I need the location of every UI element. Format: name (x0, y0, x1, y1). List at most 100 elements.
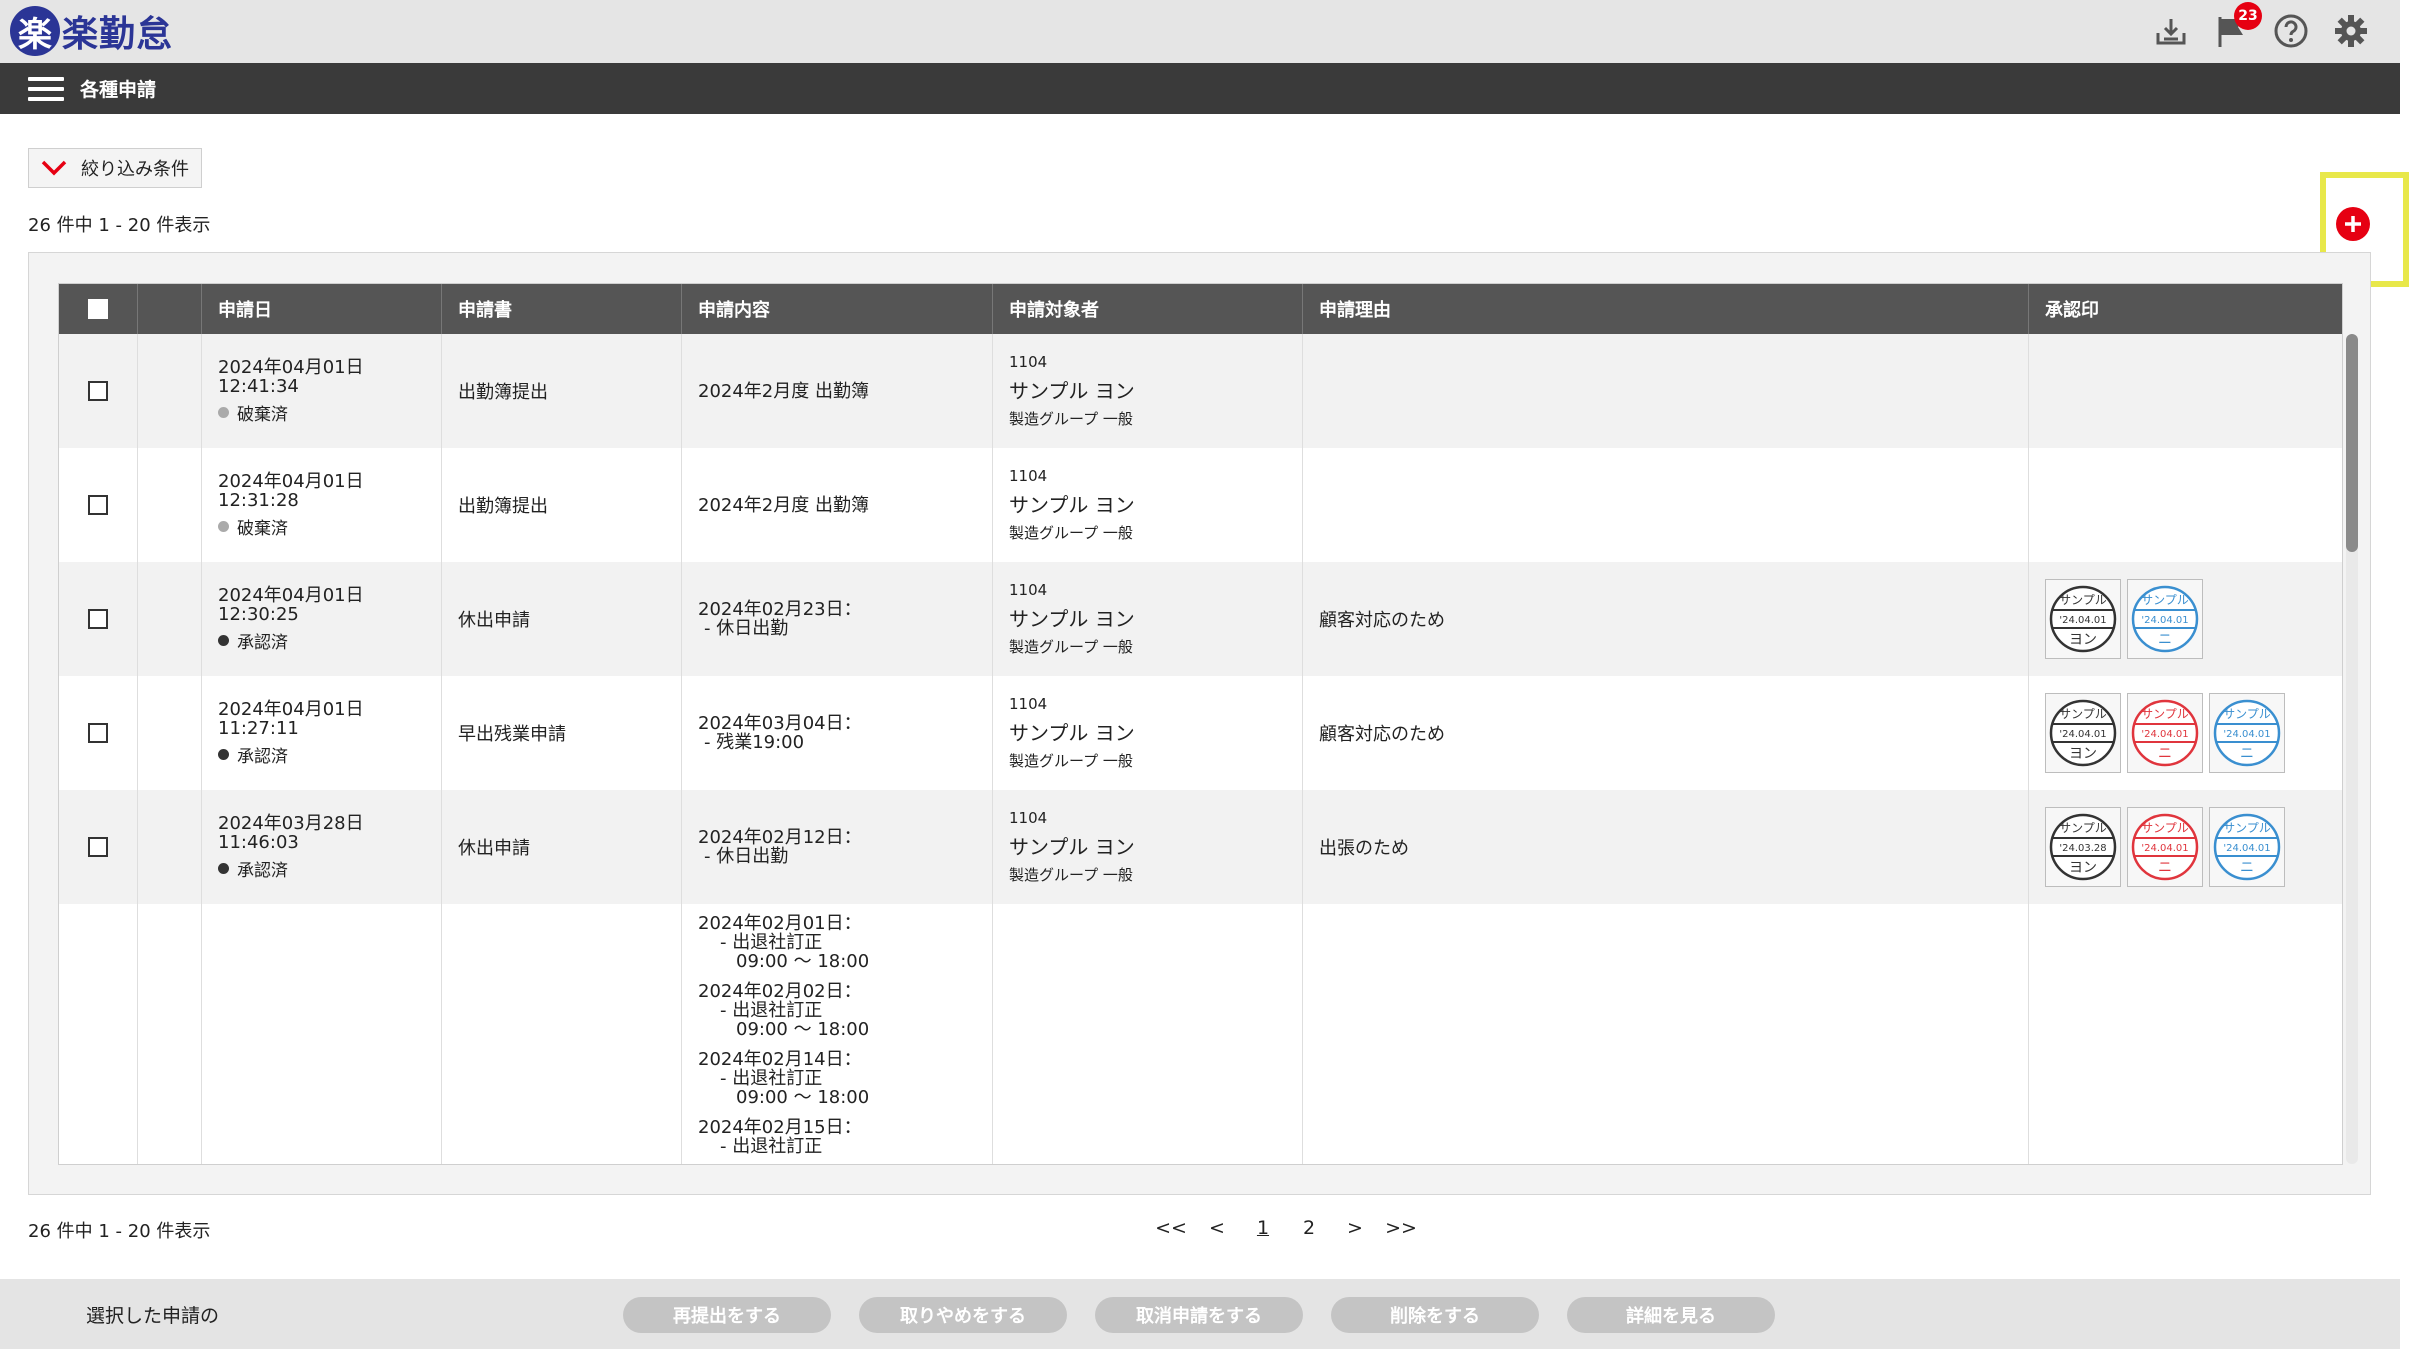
flag-icon[interactable]: 23 (2212, 2, 2262, 50)
row-checkbox[interactable] (88, 381, 108, 401)
first-page-link[interactable]: << (1148, 1217, 1194, 1239)
request-reason: 出張のため (1319, 838, 1409, 859)
table-cell: 2024年2月度 出勤簿 (682, 448, 993, 562)
scrollbar-thumb[interactable] (2346, 334, 2358, 552)
request-content-line: 2024年2月度 出勤簿 (698, 494, 869, 516)
add-request-button[interactable] (2336, 207, 2370, 241)
employee-id: 1104 (1009, 353, 1048, 371)
table-row[interactable]: 2024年04月01日 11:27:11 承認済 早出残業申請 2024年03月04日：… (59, 676, 2342, 790)
approval-stamp: サンプル '24.04.01 ニ (2127, 693, 2203, 773)
request-time: 11:27:11 (218, 717, 299, 739)
stamp-date-text: '24.04.01 (2141, 615, 2188, 626)
employee-id: 1104 (1009, 809, 1048, 827)
table-cell (2029, 448, 2342, 562)
table-cell: 休出申請 (442, 562, 682, 676)
table-cell: 2024年02月01日： - 出退社訂正 09:00 ～ 18:00 2024年02月… (682, 904, 993, 1164)
table-cell: 早出残業申請 (442, 676, 682, 790)
delete-button[interactable]: 削除をする (1331, 1297, 1539, 1333)
last-page-link[interactable]: >> (1378, 1217, 1424, 1239)
request-content-line: - 残業19:00 (704, 732, 805, 753)
table-cell: サンプル '24.04.01 ヨン サンプル '24.04.01 ニ サンプル '24.04.… (2029, 676, 2342, 790)
table-row[interactable]: 2024年04月01日 12:30:25 承認済 休出申請 2024年02月23日： - … (59, 562, 2342, 676)
download-tray-icon[interactable] (2152, 12, 2190, 50)
table-row[interactable]: 2024年03月28日 11:46:03 承認済 休出申請 2024年02月12日： - … (59, 790, 2342, 904)
table-cell (1303, 334, 2029, 448)
page-2-link[interactable]: 2 (1286, 1217, 1332, 1239)
hamburger-menu-icon[interactable] (28, 76, 64, 101)
next-page-link[interactable]: > (1332, 1217, 1378, 1239)
table-cell: 2024年03月04日： - 残業19:00 (682, 676, 993, 790)
table-scrollbar[interactable] (2346, 334, 2358, 1164)
request-date: 2024年04月01日 (218, 584, 364, 606)
withdraw-button[interactable]: 取りやめをする (859, 1297, 1067, 1333)
status-badge: 承認済 (218, 742, 441, 767)
approval-stamp-icon: サンプル '24.04.01 ヨン (2049, 585, 2117, 653)
gear-icon[interactable] (2332, 12, 2370, 50)
row-checkbox[interactable] (88, 495, 108, 515)
request-content-line: 2024年2月度 出勤簿 (698, 380, 869, 402)
row-checkbox[interactable] (88, 837, 108, 857)
request-content-line: - 休日出勤 (704, 618, 789, 639)
status-label: 承認済 (237, 746, 288, 767)
status-label: 承認済 (237, 632, 288, 653)
plus-icon (2345, 216, 2361, 232)
employee-group: 製造グループ 一般 (1009, 638, 1133, 656)
table-row[interactable]: 2024年04月01日 12:31:28 破棄済 出勤簿提出 2024年2月度 出勤簿 1… (59, 448, 2342, 562)
table-cell: 2024年04月01日 12:30:25 承認済 (202, 562, 442, 676)
nav-bar: 各種申請 (0, 63, 2400, 114)
stamp-date-text: '24.04.01 (2223, 843, 2270, 854)
table-cell: 1104 サンプル ヨン製造グループ 一般 (993, 562, 1303, 676)
employee-name: サンプル ヨン (1009, 493, 1135, 517)
view-details-button[interactable]: 詳細を見る (1567, 1297, 1775, 1333)
status-badge: 承認済 (218, 628, 441, 653)
approval-stamp: サンプル '24.04.01 ヨン (2045, 693, 2121, 773)
approval-stamp: サンプル '24.04.01 ニ (2209, 807, 2285, 887)
table-row[interactable]: 2024年02月01日： - 出退社訂正 09:00 ～ 18:00 2024年02月… (59, 904, 2342, 1164)
page-title: 各種申請 (80, 79, 157, 101)
stamp-bottom-text: ヨン (2069, 860, 2097, 876)
employee-name: サンプル ヨン (1009, 379, 1135, 403)
select-all-checkbox[interactable] (88, 299, 108, 319)
header-date[interactable]: 申請日 (202, 284, 442, 334)
table-body: 2024年04月01日 12:41:34 破棄済 出勤簿提出 2024年2月度 出勤簿 1… (59, 334, 2342, 1164)
table-cell: 2024年04月01日 11:27:11 承認済 (202, 676, 442, 790)
cancel-request-button[interactable]: 取消申請をする (1095, 1297, 1303, 1333)
stamp-bottom-text: ニ (2158, 860, 2172, 876)
filter-toggle-button[interactable]: 絞り込み条件 (28, 148, 202, 188)
app-logo[interactable]: 楽 楽勤怠 (10, 6, 173, 56)
form-name: 休出申請 (458, 610, 530, 631)
notification-badge: 23 (2234, 2, 2262, 30)
stamp-bottom-text: ニ (2158, 632, 2172, 648)
prev-page-link[interactable]: < (1194, 1217, 1240, 1239)
table-cell: 2024年02月12日： - 休日出勤 (682, 790, 993, 904)
stamp-bottom-text: ニ (2240, 746, 2254, 762)
table-row[interactable]: 2024年04月01日 12:41:34 破棄済 出勤簿提出 2024年2月度 出勤簿 1… (59, 334, 2342, 448)
help-icon[interactable] (2272, 12, 2310, 50)
row-checkbox[interactable] (88, 723, 108, 743)
header-target[interactable]: 申請対象者 (993, 284, 1303, 334)
stamp-top-text: サンプル (2141, 707, 2189, 721)
request-content-line: 09:00 ～ 18:00 (736, 951, 870, 972)
header-content[interactable]: 申請内容 (682, 284, 993, 334)
table-cell: 1104 サンプル ヨン 製造グループ 一般 (993, 334, 1303, 448)
table-cell (1303, 448, 2029, 562)
employee-group: 製造グループ 一般 (1009, 752, 1133, 770)
page-1-link[interactable]: 1 (1240, 1217, 1286, 1239)
header-form[interactable]: 申請書 (442, 284, 682, 334)
stamp-top-text: サンプル (2223, 707, 2271, 721)
stamp-bottom-text: ニ (2240, 860, 2254, 876)
stamp-date-text: '24.04.01 (2059, 729, 2106, 740)
employee-group: 製造グループ 一般 (1009, 524, 1133, 542)
table-cell: サンプル '24.03.28 ヨン サンプル '24.04.01 ニ サンプル '24.04.… (2029, 790, 2342, 904)
request-content-line: 2024年02月02日： (698, 981, 862, 1002)
approval-stamp-icon: サンプル '24.04.01 ニ (2131, 813, 2199, 881)
employee-name: サンプル ヨン (1009, 607, 1135, 631)
employee-id: 1104 (1009, 581, 1048, 599)
row-checkbox[interactable] (88, 609, 108, 629)
employee-group: 製造グループ 一般 (1009, 866, 1133, 884)
employee-id: 1104 (1009, 695, 1048, 713)
resubmit-button[interactable]: 再提出をする (623, 1297, 831, 1333)
table-cell: 顧客対応のため (1303, 676, 2029, 790)
approval-stamp-icon: サンプル '24.04.01 ニ (2131, 699, 2199, 767)
header-reason[interactable]: 申請理由 (1303, 284, 2029, 334)
